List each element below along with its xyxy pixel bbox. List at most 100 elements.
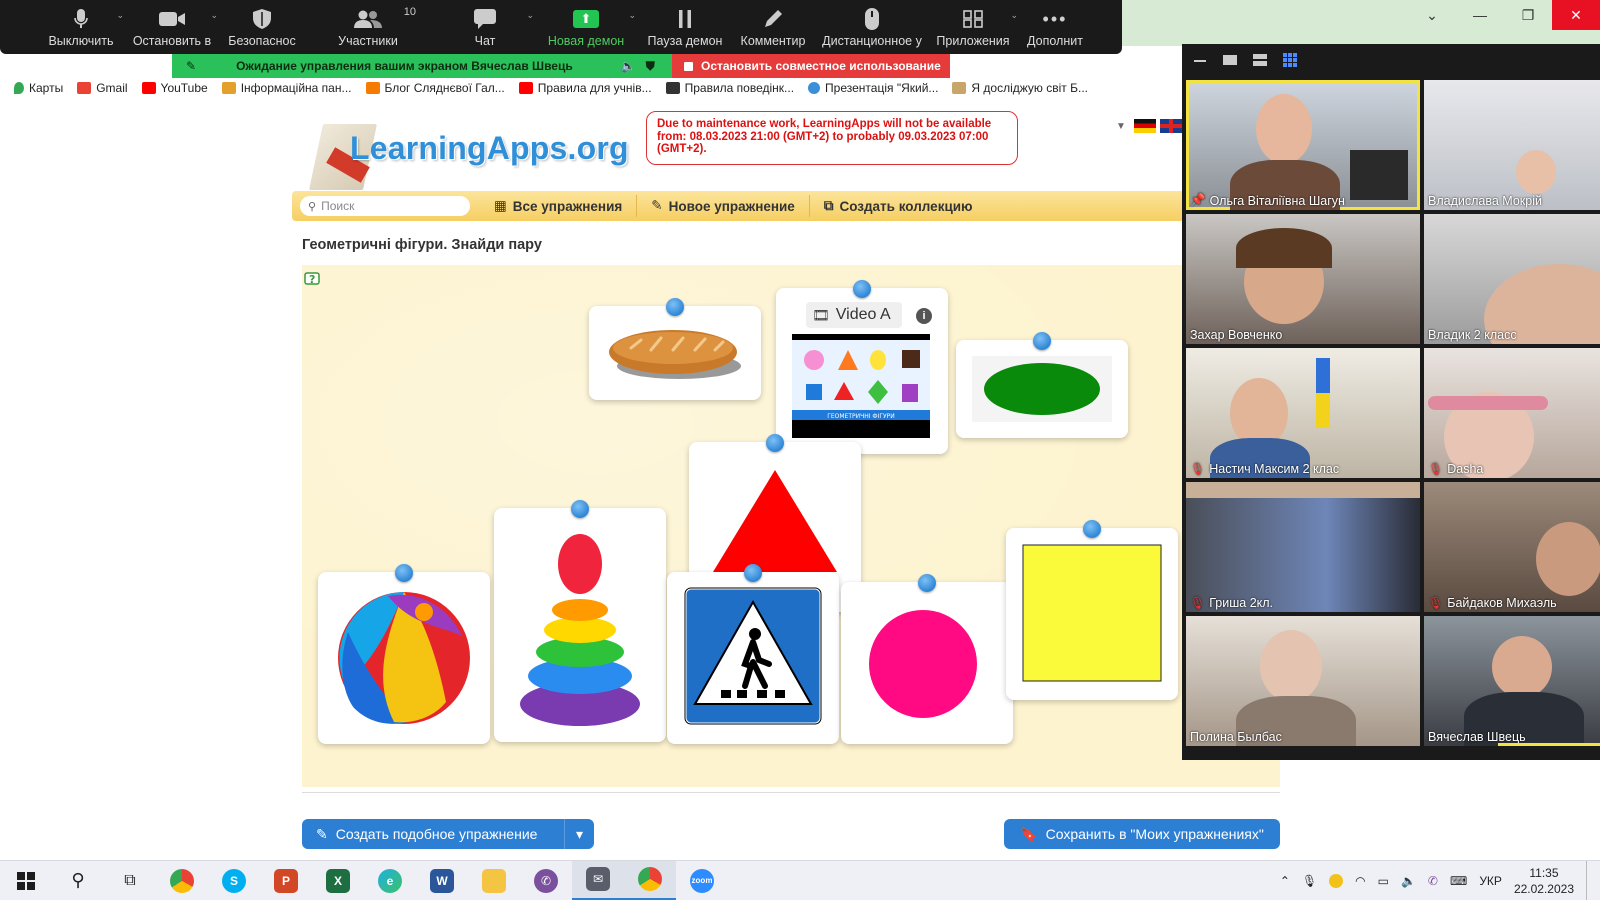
video-tile[interactable]: 📌 Ольга Віталіївна Шагун bbox=[1186, 80, 1420, 210]
nav-all-exercises[interactable]: ▦ Все упражнения bbox=[480, 195, 636, 217]
ball-card[interactable] bbox=[318, 564, 490, 744]
annotate-button[interactable]: Комментир bbox=[730, 0, 816, 48]
start-button[interactable] bbox=[0, 861, 52, 900]
video-tile[interactable]: 🎙 Байдаков Михаэль bbox=[1424, 482, 1600, 612]
chevron-down-icon[interactable]: ⌄ bbox=[1408, 0, 1456, 30]
maximize-button[interactable]: ❐ bbox=[1504, 0, 1552, 30]
close-button[interactable]: ✕ bbox=[1552, 0, 1600, 30]
nav-label: Все упражнения bbox=[512, 198, 623, 214]
bookmark-item[interactable]: Блог Сляднєвої Гал... bbox=[365, 81, 505, 95]
gallery-view-icon[interactable] bbox=[1282, 53, 1298, 67]
chevron-down-icon[interactable]: ▼ bbox=[1116, 121, 1126, 132]
search-button[interactable]: ⚲ bbox=[52, 861, 104, 900]
mute-button[interactable]: ⌄ Выключить bbox=[36, 0, 126, 48]
word-app[interactable]: W bbox=[416, 861, 468, 900]
german-flag-icon[interactable] bbox=[1133, 119, 1156, 133]
chevron-down-icon[interactable]: ▾ bbox=[564, 819, 594, 849]
maintenance-notice: Due to maintenance work, LearningApps wi… bbox=[646, 111, 1018, 165]
bookmark-item[interactable]: Карты bbox=[14, 81, 63, 95]
video-caption: ГЕОМЕТРИЧНІ ФІГУРИ bbox=[827, 413, 895, 420]
video-tile[interactable]: Владик 2 класс bbox=[1424, 214, 1600, 344]
minimize-button[interactable]: — bbox=[1456, 0, 1504, 30]
info-icon[interactable]: i bbox=[916, 308, 932, 324]
save-to-my-exercises-button[interactable]: 🔖 Сохранить в "Моих упражнениях" bbox=[1004, 819, 1280, 849]
chat-button[interactable]: ⌄ Чат bbox=[430, 0, 540, 48]
crosswalk-sign-card[interactable] bbox=[667, 564, 839, 744]
yellow-square-card[interactable] bbox=[1006, 520, 1178, 700]
edge-app[interactable]: e bbox=[364, 861, 416, 900]
file-explorer-app[interactable] bbox=[468, 861, 520, 900]
minimize-icon[interactable] bbox=[1192, 54, 1208, 66]
apps-button[interactable]: ⌄ Приложения bbox=[928, 0, 1018, 48]
chevron-down-icon[interactable]: ⌄ bbox=[526, 10, 534, 21]
speaker-icon[interactable]: 🔈 bbox=[621, 59, 636, 73]
english-flag-icon[interactable] bbox=[1159, 119, 1182, 133]
pyramid-toy-card[interactable] bbox=[494, 500, 666, 742]
pink-circle-card[interactable] bbox=[841, 574, 1013, 744]
green-oval-card[interactable] bbox=[956, 332, 1128, 438]
create-similar-button[interactable]: ✎ Создать подобное упражнение ▾ bbox=[302, 819, 594, 849]
new-share-button[interactable]: ⬆ ⌄ Новая демон bbox=[540, 0, 636, 48]
stop-video-button[interactable]: ⌄ Остановить в bbox=[126, 0, 218, 48]
participants-button[interactable]: 10 Участники bbox=[306, 0, 430, 48]
create-similar-main[interactable]: ✎ Создать подобное упражнение bbox=[302, 826, 564, 843]
video-tile[interactable]: 🎙 Настич Максим 2 клас bbox=[1186, 348, 1420, 478]
nav-create-collection[interactable]: ⧉ Создать коллекцию bbox=[808, 195, 987, 217]
single-view-icon[interactable] bbox=[1222, 54, 1238, 66]
nav-new-exercise[interactable]: ✎ Новое упражнение bbox=[636, 195, 809, 217]
video-tile[interactable]: 🎙 Гриша 2кл. bbox=[1186, 482, 1420, 612]
bookmark-item[interactable]: Gmail bbox=[77, 81, 128, 95]
remote-control-button[interactable]: Дистанционное у bbox=[816, 0, 928, 48]
bookmark-item[interactable]: Я досліджую світ Б... bbox=[952, 81, 1088, 95]
excel-app[interactable]: X bbox=[312, 861, 364, 900]
more-button[interactable]: ••• Дополнит bbox=[1018, 0, 1092, 49]
mail-app[interactable]: ✉ bbox=[572, 860, 624, 900]
stop-share-button[interactable]: Остановить совместное использование bbox=[672, 54, 950, 78]
bookmark-item[interactable]: Інформаційна пан... bbox=[221, 81, 352, 95]
chevron-down-icon[interactable]: ⌄ bbox=[210, 10, 218, 21]
wifi-icon[interactable]: ◠ bbox=[1355, 874, 1365, 888]
chrome-app-active[interactable] bbox=[624, 860, 676, 900]
search-input[interactable]: ⚲ Поиск bbox=[300, 196, 470, 216]
pin-icon bbox=[853, 280, 871, 298]
pause-share-button[interactable]: Пауза демон bbox=[640, 0, 730, 48]
bookmark-item[interactable]: YouTube bbox=[141, 81, 208, 95]
video-tile[interactable]: 🎙 Dasha bbox=[1424, 348, 1600, 478]
volume-icon[interactable]: 🔈 bbox=[1401, 874, 1416, 888]
help-icon[interactable]: ? bbox=[304, 270, 322, 288]
notifications-icon[interactable] bbox=[1586, 861, 1590, 900]
powerpoint-app[interactable]: P bbox=[260, 861, 312, 900]
norton-icon[interactable] bbox=[1329, 874, 1344, 888]
learningapps-logo[interactable]: LearningApps.org bbox=[308, 110, 640, 190]
task-view-button[interactable]: ⧉ bbox=[104, 861, 156, 900]
bookmark-item[interactable]: Презентація "Який... bbox=[808, 81, 938, 95]
video-tile[interactable]: Полина Былбас bbox=[1186, 616, 1420, 746]
video-tile[interactable]: Владислава Мокрій bbox=[1424, 80, 1600, 210]
chrome-app[interactable] bbox=[156, 861, 208, 900]
security-button[interactable]: Безопаснос bbox=[218, 0, 306, 48]
battery-icon[interactable]: ▭ bbox=[1378, 874, 1389, 888]
clock[interactable]: 11:35 22.02.2023 bbox=[1514, 865, 1574, 897]
microphone-icon[interactable]: 🎙 bbox=[1302, 874, 1317, 888]
video-thumbnail[interactable]: ГЕОМЕТРИЧНІ ФІГУРИ bbox=[792, 334, 930, 438]
skype-app[interactable]: S bbox=[208, 861, 260, 900]
participant-name: 🎙 Гриша 2кл. bbox=[1190, 596, 1274, 610]
chevron-down-icon[interactable]: ⌄ bbox=[116, 10, 124, 21]
chevron-up-icon[interactable]: ⌃ bbox=[1280, 874, 1290, 888]
video-card[interactable]: 🎞 Video A i ГЕОМЕТРИЧНІ ФІГУРИ bbox=[776, 280, 948, 454]
keyboard-icon[interactable]: ⌨ bbox=[1450, 874, 1467, 888]
participant-name: Владислава Мокрій bbox=[1428, 194, 1542, 208]
video-tile[interactable]: Вячеслав Швець bbox=[1424, 616, 1600, 746]
video-tile[interactable]: Захар Вовченко bbox=[1186, 214, 1420, 344]
speaker-view-icon[interactable] bbox=[1252, 54, 1268, 66]
video-label: Video A bbox=[835, 306, 891, 323]
bread-card[interactable] bbox=[589, 298, 761, 400]
bookmark-item[interactable]: Правила поведінк... bbox=[665, 81, 794, 95]
chevron-down-icon[interactable]: ⌄ bbox=[1010, 10, 1018, 21]
language-indicator[interactable]: УКР bbox=[1479, 874, 1502, 888]
bookmark-item[interactable]: Правила для учнів... bbox=[518, 81, 652, 95]
chevron-down-icon[interactable]: ⌄ bbox=[628, 10, 636, 21]
zoom-app[interactable]: zoom bbox=[676, 861, 728, 900]
viber-app[interactable]: ✆ bbox=[520, 861, 572, 900]
viber-tray-icon[interactable]: ✆ bbox=[1428, 874, 1438, 888]
